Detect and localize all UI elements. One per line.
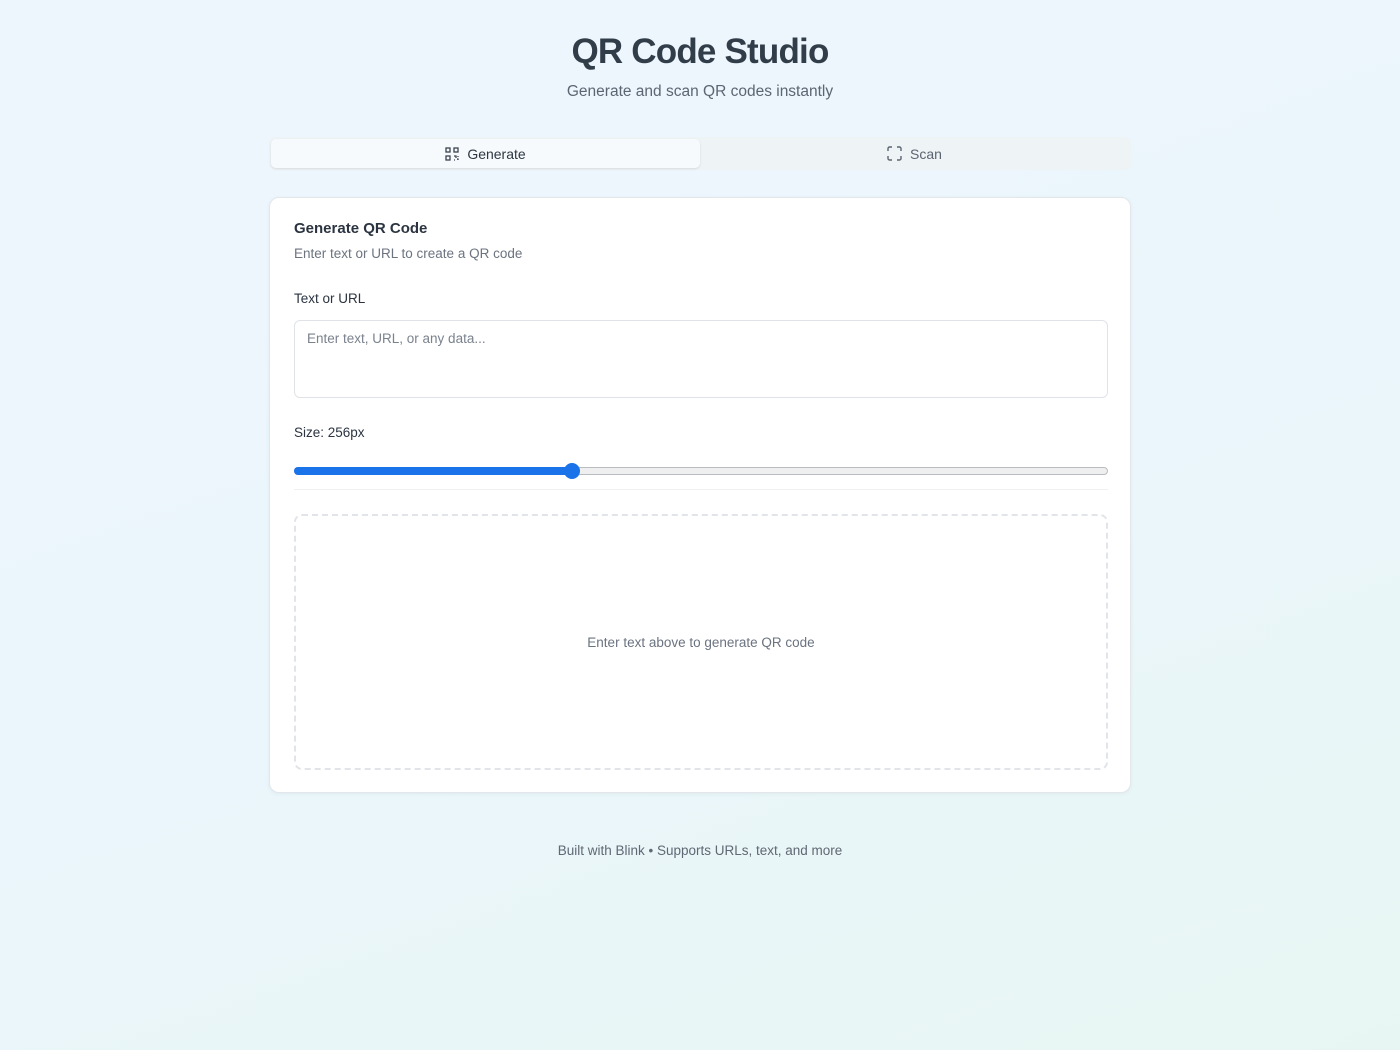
slider-fill [294,467,573,475]
card-description: Enter text or URL to create a QR code [294,246,523,261]
text-input-label: Text or URL [294,291,366,306]
tab-generate[interactable]: Generate [271,139,700,168]
text-url-input[interactable] [294,320,1108,398]
qr-code-icon [445,146,459,161]
tab-scan[interactable]: Scan [700,139,1129,168]
page-subtitle: Generate and scan QR codes instantly [566,83,834,100]
preview-placeholder-text: Enter text above to generate QR code [587,634,815,650]
size-slider[interactable] [294,463,1108,479]
mode-tabs: Generate Scan [269,137,1131,170]
tab-scan-label: Scan [910,145,942,162]
generate-card: Generate QR Code Enter text or URL to cr… [269,197,1131,793]
size-label: Size: 256px [294,425,365,440]
divider [294,489,1108,490]
tab-generate-label: Generate [467,145,526,162]
slider-thumb[interactable] [564,463,581,479]
card-title: Generate QR Code [294,220,428,237]
scan-frame-icon [887,146,902,161]
qr-preview-area: Enter text above to generate QR code [294,514,1108,770]
footer-text: Built with Blink • Supports URLs, text, … [557,843,843,858]
page-title: QR Code Studio [571,32,829,71]
page-header: QR Code Studio Generate and scan QR code… [0,30,1400,102]
